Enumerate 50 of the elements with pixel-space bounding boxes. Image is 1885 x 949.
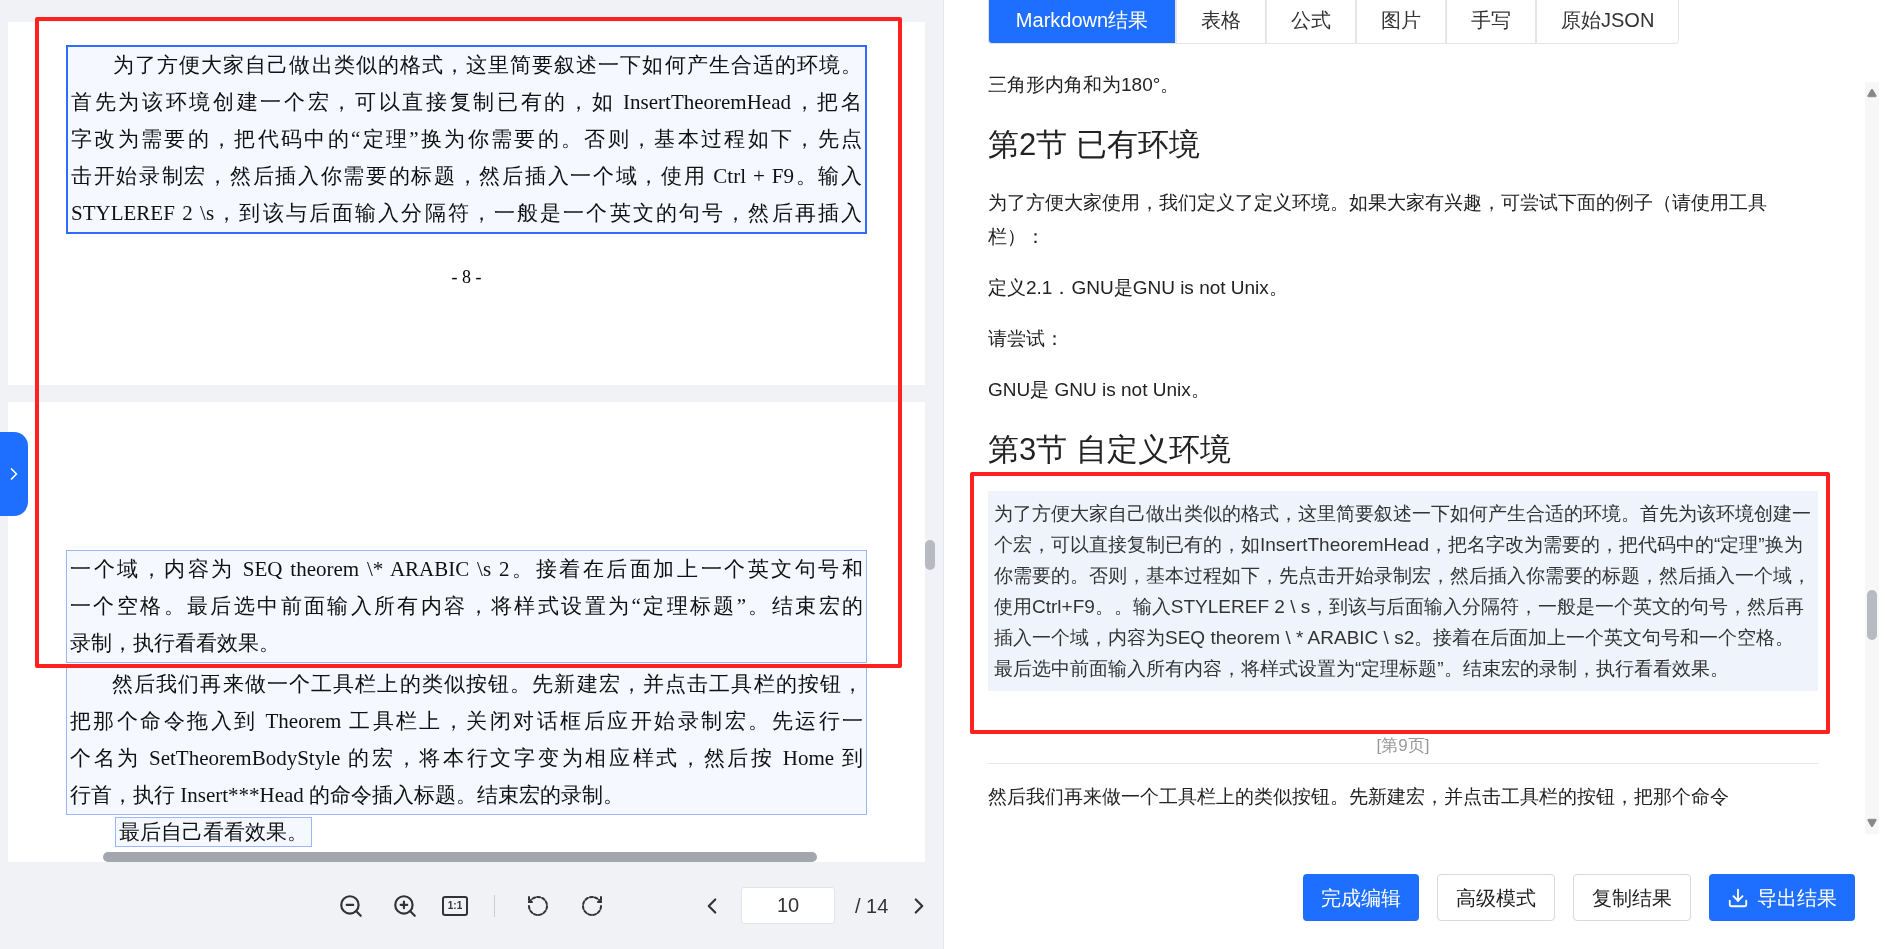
text-block[interactable]: 一个域，内容为 SEQ theorem \* ARABIC \s 2。接着在后面加上一个英文句号和 一个空格。最后选中前面输入所有内容，将样式设置为“定理标题”。结束宏的 录制，执行看看效果。: [66, 550, 867, 663]
text-line: 击开始录制宏，然后插入你需要的标题，然后插入一个域，使用 Ctrl + F9。输入: [71, 163, 862, 190]
zoom-in-icon: [392, 892, 418, 919]
tab[interactable]: Markdown结果: [988, 0, 1176, 44]
text-line: 把那个命令拖入到 Theorem 工具栏上，关闭对话框后应开始录制宏。先运行一: [70, 708, 863, 735]
text-line: 一个空格。最后选中前面输入所有内容，将样式设置为“定理标题”。结束宏的: [70, 593, 863, 620]
tab[interactable]: 表格: [1176, 0, 1266, 44]
paragraph: 定义2.1．GNU是GNU is not Unix。: [988, 276, 1289, 300]
section-heading: 第2节 已有环境: [988, 126, 1201, 164]
text-line: 录制，执行看看效果。: [70, 630, 281, 657]
download-icon: [1727, 886, 1749, 909]
scroll-up-icon[interactable]: [1866, 88, 1878, 98]
expand-tab[interactable]: [0, 432, 28, 516]
highlighted-paragraph: 为了方便大家自己做出类似的格式，这里简要叙述一下如何产生合适的环境。首先为该环境创建一个宏，可以直接复制已有的，如InsertTheoremHead，把名字改为需要的，把代码中的“定理”换为你需要的。否则，基本过程如下，先点击开始录制宏，然后插入你需要的标题，然后插入一个域，使用Ctrl+F9。。输入STYLEREF 2 \ s，到该与后面输入分隔符，一般是一个英文的句号，然后再插入一个域，内容为SEQ theorem \ * ARABIC \ s2。接着在后面加上一个英文句号和一个空格。最后选中前面输入所有内容，将样式设置为“定理标题”。结束宏的录制，执行看看效果。: [988, 491, 1818, 691]
section-heading: 第3节 自定义环境: [988, 431, 1232, 469]
zoom-out-icon: [338, 892, 364, 919]
text-line: 一个域，内容为 SEQ theorem \* ARABIC \s 2。接着在后面加上一个英文句号和: [70, 556, 863, 583]
text-line: 个名为 SetTheoremBodyStyle 的宏，将本行文字变为相应样式，然后按 Home 到: [70, 745, 863, 772]
text-line: 首先为该环境创建一个宏，可以直接复制已有的，如 InsertTheoremHead，把名: [71, 89, 862, 116]
tab[interactable]: 手写: [1446, 0, 1536, 44]
tab[interactable]: 原始JSON: [1536, 0, 1680, 44]
scrollbar-thumb[interactable]: [103, 852, 817, 862]
paragraph: 请尝试：: [988, 327, 1065, 351]
action-button[interactable]: 完成编辑: [1303, 874, 1419, 921]
action-button[interactable]: 复制结果: [1573, 874, 1691, 921]
rotate-right-icon: [580, 893, 604, 918]
text-block[interactable]: 为了方便大家自己做出类似的格式，这里简要叙述一下如何产生合适的环境。 首先为该环境创建一个宏，可以直接复制已有的，如 InsertTheoremHead，把名 字改为需要的，把代码中的“定理”换为你需要的。否则，基本过程如下，先点 击开始录制宏，然后插入你需要的标题，然后插入一个域，使用 Ctrl + F9。输入 STYLEREF 2 \s，到该与后面输入分隔符，一般是一个英文的句号，然后再插入: [66, 45, 867, 234]
rotate-left-icon: [526, 893, 550, 918]
text-line: 为了方便大家自己做出类似的格式，这里简要叙述一下如何产生合适的环境。: [112, 52, 862, 79]
action-button[interactable]: 高级模式: [1437, 874, 1555, 921]
paragraph: GNU是 GNU is not Unix。: [988, 378, 1211, 402]
page-total: / 14: [855, 893, 889, 919]
text-line: 行首，执行 Insert***Head 的命令插入标题。结束宏的录制。: [70, 782, 626, 809]
paragraph: 然后我们再来做一个工具栏上的类似按钮。先新建宏，并点击工具栏的按钮，把那个命令: [988, 785, 1730, 808]
tab[interactable]: 公式: [1266, 0, 1356, 44]
actual-size-button[interactable]: 1:1: [442, 895, 468, 916]
page-number-field[interactable]: 10: [741, 887, 835, 924]
scroll-down-icon[interactable]: [1866, 818, 1878, 828]
paragraph: 为了方便大家使用，我们定义了定义环境。如果大家有兴趣，可尝试下面的例子（请使用工具栏）：: [988, 191, 1768, 249]
page-marker: [第9页]: [1376, 735, 1430, 757]
text-line: 然后我们再来做一个工具栏上的类似按钮。先新建宏，并点击工具栏的按钮，: [111, 671, 863, 698]
paragraph: 三角形内角和为180°。: [988, 73, 1181, 97]
page-number: - 8 -: [451, 266, 482, 289]
text-line: 字改为需要的，把代码中的“定理”换为你需要的。否则，基本过程如下，先点: [71, 126, 862, 153]
text-block[interactable]: 然后我们再来做一个工具栏上的类似按钮。先新建宏，并点击工具栏的按钮， 把那个命令拖入到 Theorem 工具栏上，关闭对话框后应开始录制宏。先运行一 个名为 SetTheoremBodyStyle 的宏，将本行文字变为相应样式，然后按 Home 到 行首，执行 Insert***Head 的命令插入标题。结束宏的录制。: [66, 665, 867, 815]
action-button[interactable]: 导出结果: [1709, 874, 1855, 921]
tab[interactable]: 图片: [1356, 0, 1446, 44]
scrollbar-thumb[interactable]: [925, 540, 935, 570]
scrollbar-thumb[interactable]: [1867, 590, 1877, 640]
text-line: STYLEREF 2 \s，到该与后面输入分隔符，一般是一个英文的句号，然后再插入: [71, 200, 862, 227]
